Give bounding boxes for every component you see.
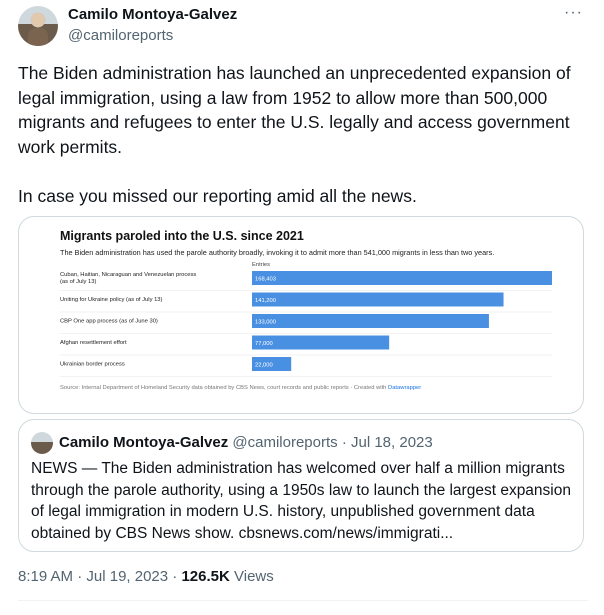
category-label: Cuban, Haitian, Nicaraguan and Venezuela… <box>60 272 196 285</box>
bar-value-label: 141,200 <box>255 298 276 304</box>
divider <box>18 600 588 601</box>
chart-source-link[interactable]: Datawrapper <box>388 385 421 391</box>
bar-value-label: 168,403 <box>255 277 276 283</box>
bar-value-label: 22,000 <box>255 363 273 369</box>
chart-source: Source: Internal Department of Homeland … <box>60 385 421 391</box>
meta-separator: · <box>172 568 178 585</box>
views-label: Views <box>234 568 274 585</box>
tweet-meta: 8:19 AM · Jul 19, 2023 · 126.5K Views <box>18 568 274 585</box>
category-label: Afghan resettlement effort <box>60 340 127 346</box>
category-label: Ukrainian border process <box>60 362 125 368</box>
views-count: 126.5K <box>181 568 230 585</box>
quoted-date: Jul 18, 2023 <box>350 434 433 451</box>
bar <box>252 314 489 328</box>
tweet-time[interactable]: 8:19 AM <box>18 568 73 585</box>
meta-separator: · <box>77 568 83 585</box>
author-name[interactable]: Camilo Montoya-Galvez <box>68 6 237 23</box>
quoted-author-name: Camilo Montoya-Galvez <box>59 434 229 451</box>
quoted-tweet-header: Camilo Montoya-Galvez @camiloreports · J… <box>59 434 433 451</box>
tweet-text: The Biden administration has launched an… <box>18 63 571 206</box>
category-label: CBP One app process (as of June 30) <box>60 319 158 325</box>
quoted-tweet[interactable]: Camilo Montoya-Galvez @camiloreports · J… <box>18 419 584 552</box>
bar-value-label: 77,000 <box>255 341 273 347</box>
author-handle[interactable]: @camiloreports <box>68 27 173 44</box>
bar <box>252 292 504 307</box>
tweet: Camilo Montoya-Galvez @camiloreports ···… <box>0 0 604 615</box>
bar <box>252 271 552 285</box>
chart-source-text: Source: Internal Department of Homeland … <box>60 385 389 391</box>
quoted-tweet-text: NEWS — The Biden administration has welc… <box>31 460 571 542</box>
author-avatar[interactable] <box>18 6 58 46</box>
bar-value-label: 133,000 <box>255 320 276 326</box>
tweet-date[interactable]: Jul 19, 2023 <box>86 568 168 585</box>
quoted-author-avatar <box>31 432 53 454</box>
chart-image[interactable]: Migrants paroled into the U.S. since 202… <box>18 216 584 414</box>
bar-chart: Cuban, Haitian, Nicaraguan and Venezuela… <box>60 271 552 377</box>
quoted-separator: · <box>341 434 347 451</box>
quoted-author-handle: @camiloreports <box>232 434 338 451</box>
more-options-icon[interactable]: ··· <box>564 4 583 22</box>
category-label: Uniting for Ukraine policy (as of July 1… <box>60 297 163 303</box>
